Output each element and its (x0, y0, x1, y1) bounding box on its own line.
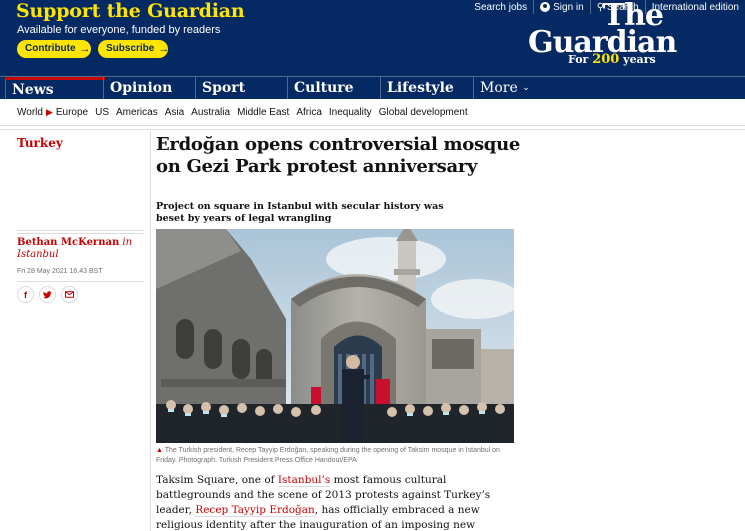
twitter-icon (43, 290, 52, 298)
subscribe-label: Subscribe (106, 43, 155, 54)
arrow-right-icon: → (158, 43, 170, 55)
email-share-button[interactable] (61, 286, 78, 303)
subnav-americas[interactable]: Americas (116, 107, 158, 118)
contribute-label: Contribute (25, 43, 76, 54)
search-jobs-label: Search jobs (474, 1, 528, 13)
search-jobs-link[interactable]: Search jobs (468, 0, 533, 14)
logo-for-200-years: For 200 years (568, 52, 656, 67)
caption-text: The Turkish president, Recep Tayyip Erdo… (156, 447, 500, 464)
subnav-world[interactable]: World (17, 107, 43, 118)
article-main-photo (156, 229, 514, 443)
right-column (528, 131, 745, 531)
nav-divider (0, 126, 745, 130)
email-icon (65, 291, 74, 298)
support-title: Support the Guardian (16, 0, 245, 22)
byline: Bethan McKernan in Istanbul (17, 237, 142, 261)
subnav-asia[interactable]: Asia (165, 107, 184, 118)
photo-caption: ▲ The Turkish president, Recep Tayyip Er… (156, 446, 514, 466)
subnav-europe[interactable]: Europe (56, 107, 88, 118)
subnav-middle-east[interactable]: Middle East (237, 107, 289, 118)
guardian-logo[interactable]: The Guardian For 200 years (528, 1, 703, 68)
facebook-share-button[interactable]: f (17, 286, 34, 303)
column-divider (150, 131, 151, 531)
subnav-us[interactable]: US (95, 107, 109, 118)
contribute-button[interactable]: Contribute → (17, 40, 91, 58)
section-label[interactable]: Turkey (17, 136, 63, 150)
istanbul-link[interactable]: Istanbul’s (277, 474, 331, 487)
support-subtitle: Available for everyone, funded by reader… (17, 24, 221, 36)
subnav-africa[interactable]: Africa (296, 107, 322, 118)
caption-triangle-icon: ▲ (156, 447, 163, 454)
subscribe-button[interactable]: Subscribe → (98, 40, 170, 58)
subnav-global-development[interactable]: Global development (379, 107, 468, 118)
body-text: Taksim Square, one of (156, 474, 278, 486)
article-body: Taksim Square, one of Istanbul’s most fa… (156, 473, 516, 531)
pillar-news[interactable]: News (5, 77, 105, 100)
pillar-opinion[interactable]: Opinion (103, 77, 195, 100)
caret-right-icon: ▶ (45, 106, 53, 117)
article-standfirst: Project on square in Istanbul with secul… (156, 201, 444, 224)
dateline[interactable]: Fri 28 May 2021 16.43 BST (17, 268, 103, 275)
subnav-inequality[interactable]: Inequality (329, 107, 372, 118)
arrow-right-icon: → (79, 43, 91, 55)
pillar-lifestyle[interactable]: Lifestyle (380, 77, 473, 100)
date-divider (17, 281, 144, 282)
pillar-more[interactable]: More ⌄ (473, 77, 533, 100)
facebook-icon: f (24, 289, 27, 300)
twitter-share-button[interactable] (39, 286, 56, 303)
byline-divider (17, 230, 144, 234)
subnav-australia[interactable]: Australia (191, 107, 230, 118)
support-header: Support the Guardian Available for every… (0, 0, 745, 76)
erdogan-link[interactable]: Recep Tayyip Erdoğan (195, 504, 315, 517)
more-label: More (480, 80, 518, 96)
pillar-culture[interactable]: Culture (287, 77, 380, 100)
sub-nav: World ▶ Europe US Americas Asia Australi… (0, 99, 745, 126)
pillar-nav: News Opinion Sport Culture Lifestyle Mor… (0, 76, 745, 100)
chevron-down-icon: ⌄ (522, 83, 530, 93)
pillar-sport[interactable]: Sport (195, 77, 287, 100)
author-link[interactable]: Bethan McKernan (17, 237, 119, 248)
article-headline: Erdoğan opens controversial mosque on Ge… (156, 134, 521, 177)
